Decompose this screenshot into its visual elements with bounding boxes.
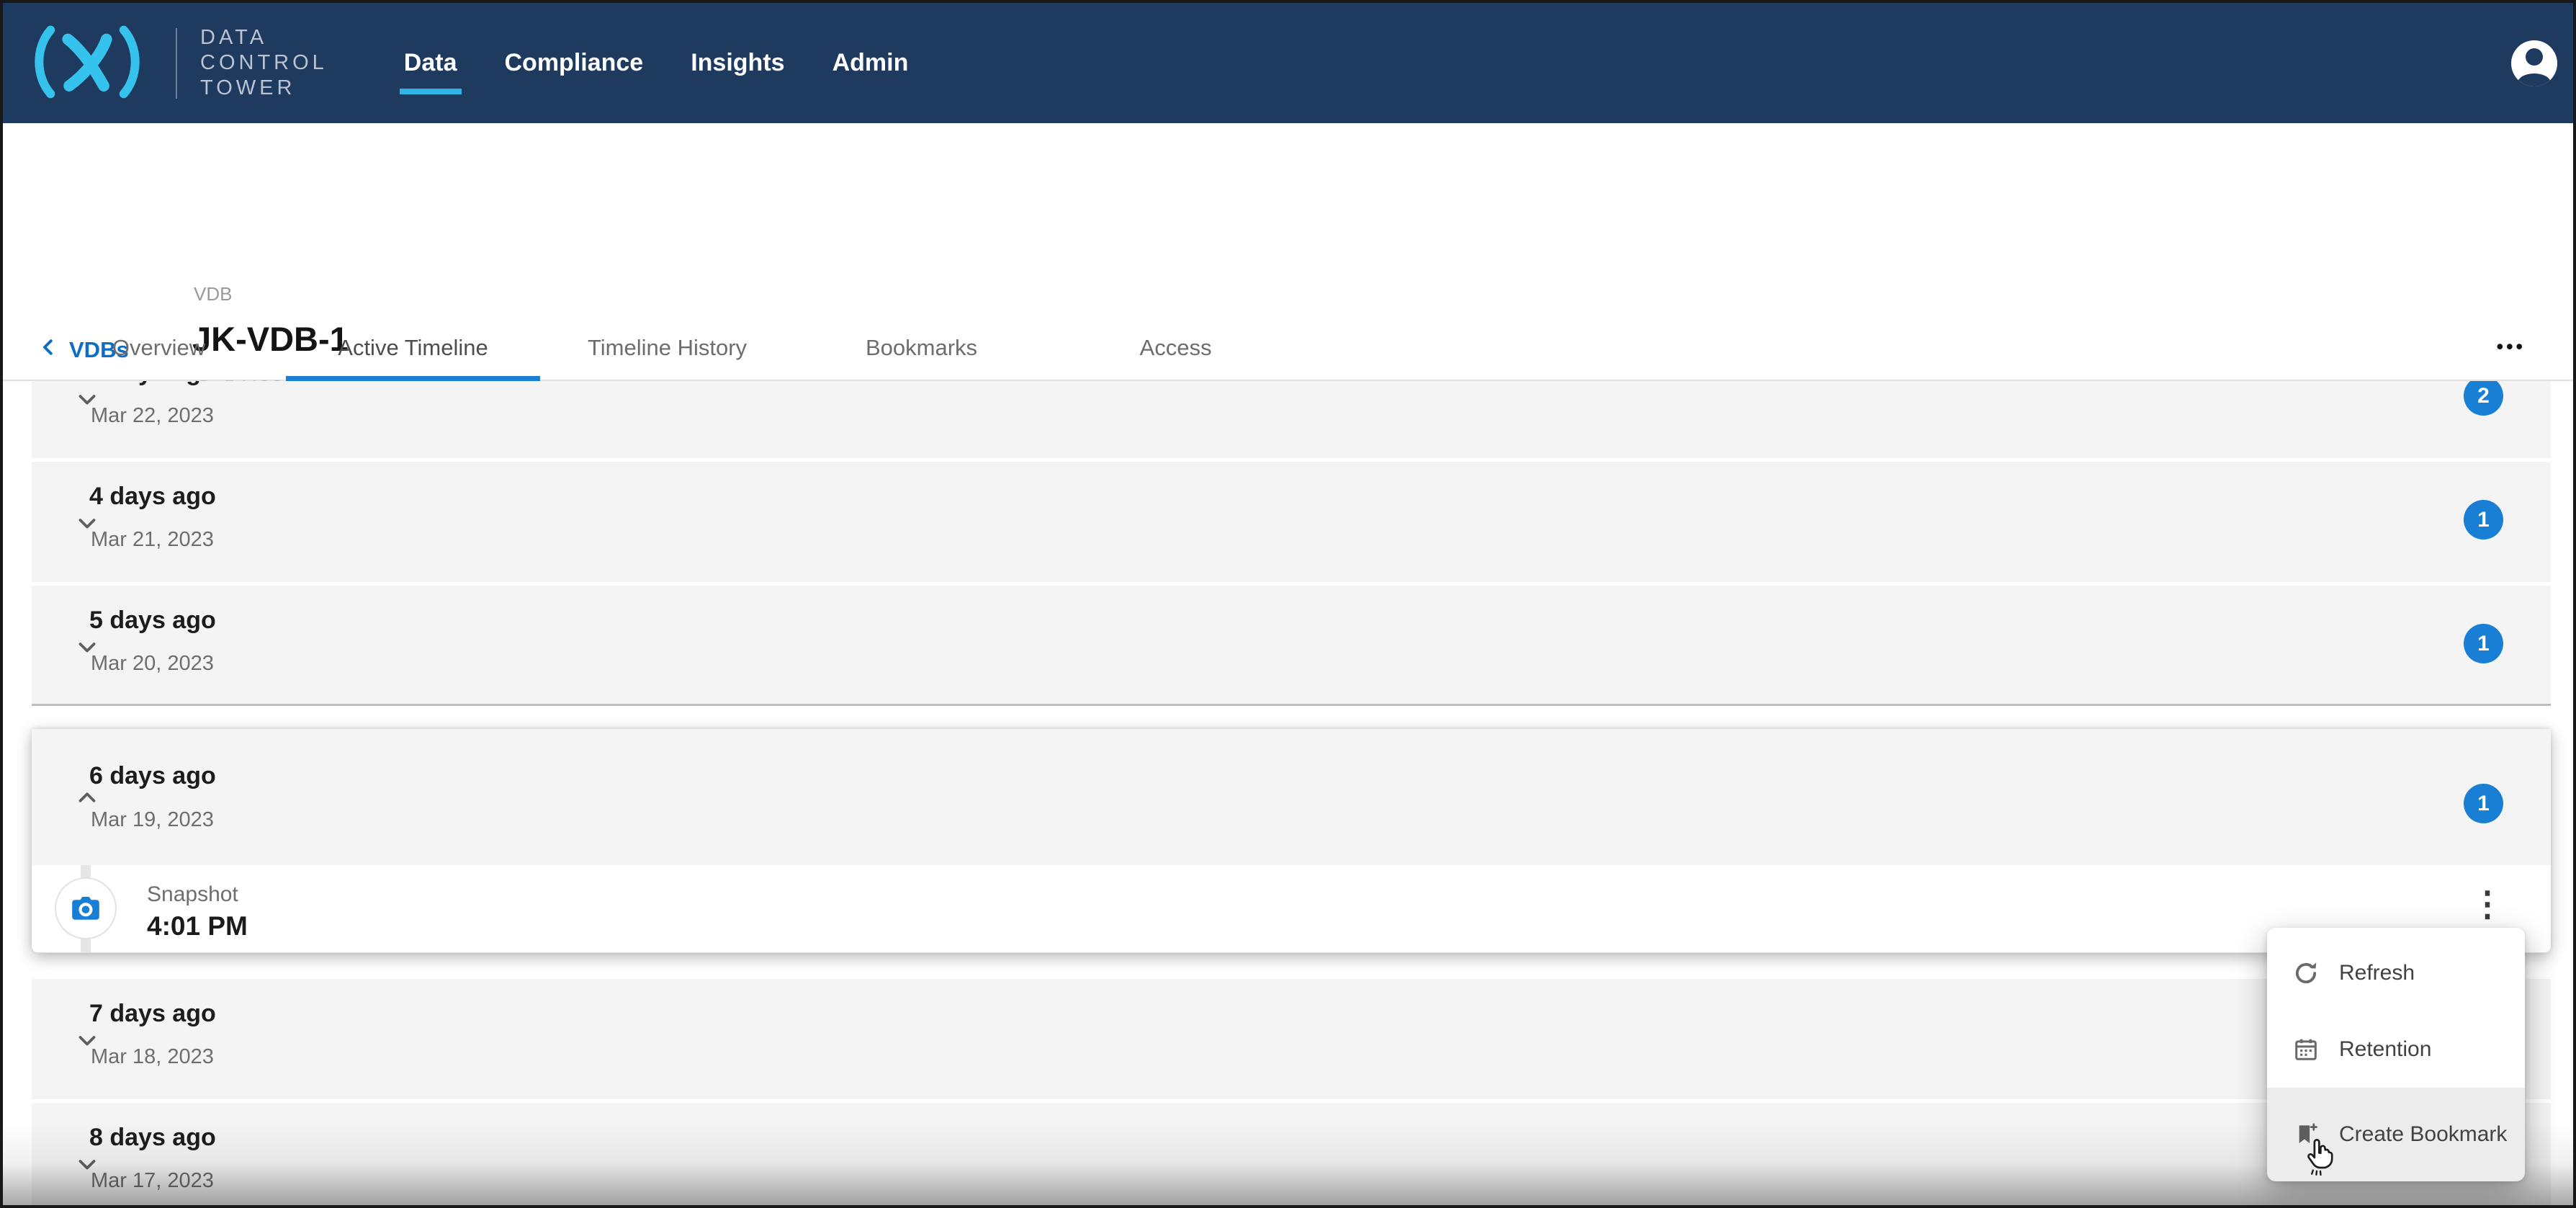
menu-item-label: Refresh xyxy=(2339,961,2415,985)
row-date: Mar 17, 2023 xyxy=(91,1169,214,1193)
nav-item-insights[interactable]: Insights xyxy=(691,3,784,123)
tab-overview[interactable]: Overview xyxy=(32,316,286,380)
refresh-icon xyxy=(2292,959,2320,988)
row-title: 3 days ago xyxy=(89,381,216,387)
brand-wordmark: DATA CONTROL TOWER xyxy=(200,25,328,101)
timeline-row-8-days-ago[interactable]: 8 days ago Mar 17, 2023 xyxy=(32,1103,2551,1205)
brand: DATA CONTROL TOWER xyxy=(22,18,328,108)
more-options-button[interactable]: ••• xyxy=(2492,336,2530,357)
row-title: 7 days ago xyxy=(89,1000,216,1028)
delphix-logo-icon xyxy=(22,18,153,108)
timeline-row-7-days-ago[interactable]: 7 days ago Mar 18, 2023 xyxy=(32,979,2551,1099)
object-type-label: VDB xyxy=(194,283,232,305)
nav-item-data[interactable]: Data xyxy=(404,3,457,123)
tab-timeline-history[interactable]: Timeline History xyxy=(540,316,794,380)
retention-calendar-icon xyxy=(2292,1036,2320,1063)
row-title: 4 days ago xyxy=(89,483,216,511)
create-bookmark-icon xyxy=(2292,1122,2320,1147)
user-avatar-icon[interactable] xyxy=(2511,40,2557,86)
nav-item-admin[interactable]: Admin xyxy=(833,3,909,123)
nav-item-compliance[interactable]: Compliance xyxy=(505,3,644,123)
timeline-row-3-days-ago[interactable]: 3 days ago Mar 22, 2023 2 xyxy=(32,381,2551,458)
event-time: 4:01 PM xyxy=(147,911,248,941)
row-date: Mar 20, 2023 xyxy=(91,652,214,676)
top-navbar: DATA CONTROL TOWER Data Compliance Insight… xyxy=(3,3,2573,123)
event-count-badge: 1 xyxy=(2464,784,2503,823)
event-type-label: Snapshot xyxy=(147,882,238,907)
camera-icon xyxy=(55,877,117,939)
row-date: Mar 19, 2023 xyxy=(91,808,214,832)
app-window: DATA CONTROL TOWER Data Compliance Insight… xyxy=(0,0,2576,1208)
event-count-badge: 1 xyxy=(2464,500,2503,540)
menu-item-refresh[interactable]: Refresh xyxy=(2267,935,2525,1011)
brand-line: DATA xyxy=(200,25,328,50)
menu-item-label: Retention xyxy=(2339,1037,2431,1062)
menu-item-retention[interactable]: Retention xyxy=(2267,1011,2525,1088)
timeline-event-row: Snapshot 4:01 PM ⋮ xyxy=(32,865,2551,953)
tab-access[interactable]: Access xyxy=(1049,316,1303,380)
brand-line: CONTROL xyxy=(200,50,328,76)
context-menu: Refresh Retention Create Bookmark xyxy=(2267,928,2525,1180)
row-date: Mar 22, 2023 xyxy=(91,404,214,428)
timeline-row-4-days-ago[interactable]: 4 days ago Mar 21, 2023 1 xyxy=(32,462,2551,582)
menu-item-label: Create Bookmark xyxy=(2339,1122,2507,1147)
event-count-badge: 1 xyxy=(2464,624,2503,663)
page-header: VDBs VDB JK-VDB-1 ID: 5-MSSQL_DB_CONTAIN… xyxy=(3,123,2573,316)
brand-line: TOWER xyxy=(200,76,328,101)
tab-active-timeline[interactable]: Active Timeline xyxy=(286,316,540,380)
timeline-list: 3 days ago Mar 22, 2023 2 4 days ago Mar 21,… xyxy=(3,381,2573,1205)
event-kebab-menu-button[interactable]: ⋮ xyxy=(2466,887,2509,923)
row-title: 5 days ago xyxy=(89,607,216,635)
row-title: 6 days ago xyxy=(89,762,216,790)
timeline-row-5-days-ago[interactable]: 5 days ago Mar 20, 2023 1 xyxy=(32,586,2551,706)
timeline-row-6-days-ago[interactable]: 6 days ago Mar 19, 2023 1 xyxy=(32,729,2551,865)
event-count-badge: 2 xyxy=(2464,381,2503,416)
menu-item-create-bookmark[interactable]: Create Bookmark xyxy=(2267,1088,2525,1181)
row-date: Mar 21, 2023 xyxy=(91,528,214,552)
row-date: Mar 18, 2023 xyxy=(91,1045,214,1069)
primary-nav: Data Compliance Insights Admin xyxy=(404,3,956,123)
tab-bookmarks[interactable]: Bookmarks xyxy=(794,316,1049,380)
expanded-day-card: 6 days ago Mar 19, 2023 1 Snapshot 4:01 PM ⋮ xyxy=(32,729,2551,953)
row-title: 8 days ago xyxy=(89,1124,216,1152)
tab-bar: OverviewActive TimelineTimeline HistoryB… xyxy=(3,316,2573,381)
brand-divider xyxy=(176,28,177,99)
